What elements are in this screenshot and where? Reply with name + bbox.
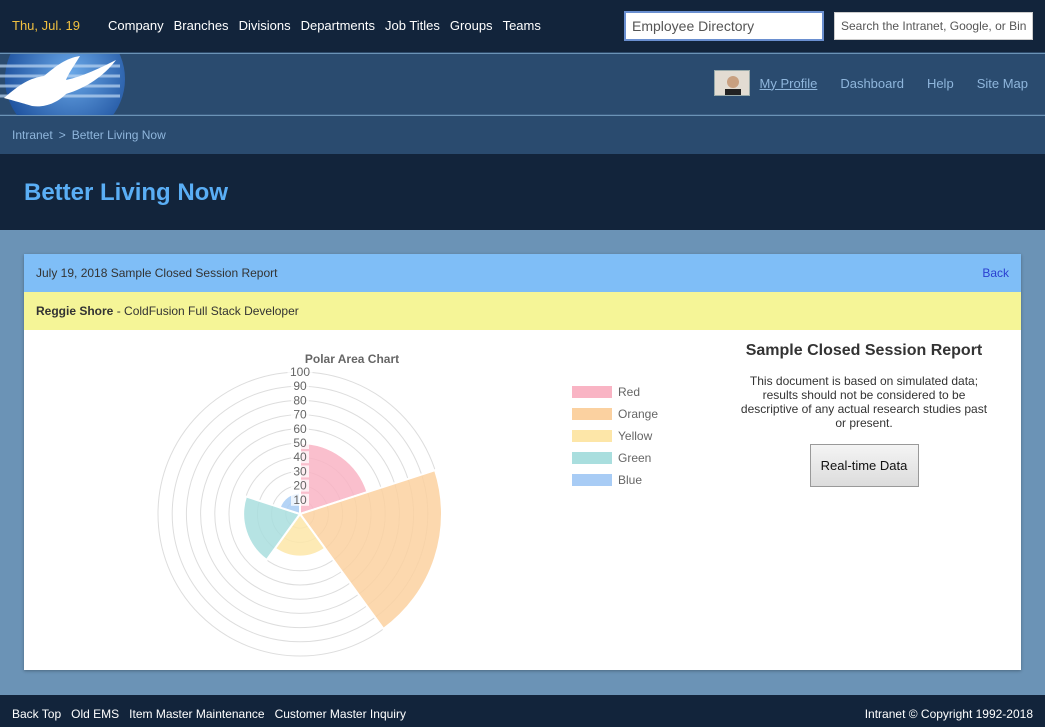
tick-label-40: 40 (293, 450, 307, 464)
report-title: Sample Closed Session Report (745, 342, 983, 359)
copyright: Intranet © Copyright 1992-2018 (864, 707, 1033, 721)
tick-label-70: 70 (293, 408, 307, 422)
tick-label-30: 30 (293, 464, 307, 478)
polar-chart-svg: Polar Area Chart 102030405060708090100 Red… (157, 352, 658, 657)
nav-teams[interactable]: Teams (503, 18, 541, 33)
tick-label-60: 60 (293, 422, 307, 436)
tick-label-90: 90 (293, 379, 307, 393)
tick-label-20: 20 (293, 479, 307, 493)
nav-company[interactable]: Company (108, 18, 164, 33)
person-role: - ColdFusion Full Stack Developer (113, 304, 299, 318)
legend-label-yellow: Yellow (618, 429, 653, 443)
legend-swatch-orange (572, 408, 612, 420)
legend-swatch-red (572, 386, 612, 398)
legend-label-blue: Blue (618, 473, 642, 487)
tick-label-10: 10 (293, 493, 307, 507)
breadcrumb: Intranet > Better Living Now (0, 116, 1045, 154)
real-time-data-button[interactable]: Real-time Data (809, 444, 919, 487)
person-name: Reggie Shore (36, 304, 114, 318)
top-nav: Company Branches Divisions Departments J… (108, 18, 541, 33)
polar-area-chart: Polar Area Chart 10 20 30 40 50 60 70 80 90 100 Red… (24, 330, 684, 670)
avatar[interactable] (713, 70, 750, 96)
legend-label-green: Green (618, 451, 651, 465)
nav-divisions[interactable]: Divisions (239, 18, 291, 33)
bird-logo-icon[interactable] (0, 54, 126, 115)
profile-nav: My Profile Dashboard Help Site Map (713, 70, 1028, 96)
chart-title: Polar Area Chart (305, 352, 399, 366)
footer-item-master[interactable]: Item Master Maintenance (129, 707, 264, 721)
legend-label-red: Red (618, 385, 640, 399)
nav-branches[interactable]: Branches (174, 18, 229, 33)
top-bar: Thu, Jul. 19 Company Branches Divisions … (0, 0, 1045, 53)
footer-old-ems[interactable]: Old EMS (71, 707, 119, 721)
card-header: July 19, 2018 Sample Closed Session Repo… (24, 254, 1021, 292)
legend-swatch-blue (572, 474, 612, 486)
footer-nav: Back Top Old EMS Item Master Maintenance… (12, 707, 406, 721)
title-bar: Better Living Now (0, 154, 1045, 230)
footer: Back Top Old EMS Item Master Maintenance… (0, 695, 1045, 727)
tick-label-100: 100 (290, 365, 310, 379)
current-date: Thu, Jul. 19 (12, 18, 80, 33)
page-title: Better Living Now (24, 179, 229, 206)
nav-job-titles[interactable]: Job Titles (385, 18, 440, 33)
tick-label-50: 50 (293, 436, 307, 450)
breadcrumb-separator: > (58, 128, 66, 142)
footer-back-top[interactable]: Back Top (12, 707, 61, 721)
back-link[interactable]: Back (982, 266, 1009, 280)
legend-swatch-green (572, 452, 612, 464)
dashboard-link[interactable]: Dashboard (840, 76, 904, 91)
breadcrumb-current[interactable]: Better Living Now (72, 128, 166, 142)
breadcrumb-intranet[interactable]: Intranet (12, 128, 53, 142)
intranet-search-input[interactable] (834, 12, 1033, 40)
report-summary: Sample Closed Session Report This docume… (724, 342, 1004, 487)
person-bar: Reggie Shore - ColdFusion Full Stack Dev… (24, 292, 1021, 330)
site-map-link[interactable]: Site Map (977, 76, 1028, 91)
help-link[interactable]: Help (927, 76, 954, 91)
footer-customer-master[interactable]: Customer Master Inquiry (275, 707, 406, 721)
header-bar: My Profile Dashboard Help Site Map (0, 54, 1045, 115)
nav-groups[interactable]: Groups (450, 18, 493, 33)
my-profile-link[interactable]: My Profile (760, 76, 818, 91)
report-card: July 19, 2018 Sample Closed Session Repo… (24, 254, 1021, 670)
tick-label-80: 80 (293, 393, 307, 407)
legend-label-orange: Orange (618, 407, 658, 421)
card-header-title: July 19, 2018 Sample Closed Session Repo… (36, 266, 278, 280)
nav-departments[interactable]: Departments (301, 18, 375, 33)
legend-swatch-yellow (572, 430, 612, 442)
employee-directory-input[interactable] (624, 11, 824, 41)
report-description: This document is based on simulated data… (740, 374, 988, 430)
